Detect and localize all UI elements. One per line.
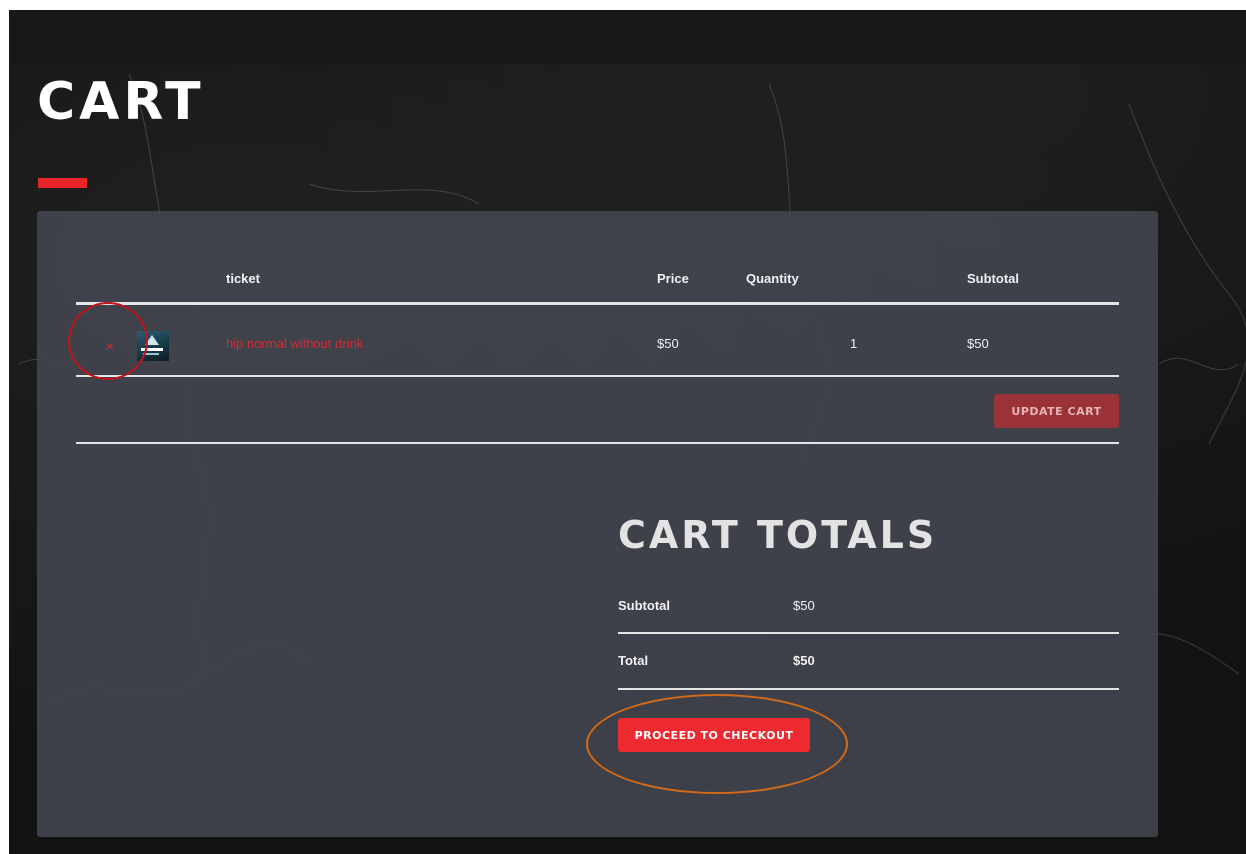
cart-totals-title: CART TOTALS — [618, 513, 938, 557]
remove-item-button[interactable]: × — [103, 338, 117, 354]
product-column-header: ticket — [226, 271, 260, 286]
totals-subtotal-label: Subtotal — [618, 598, 670, 613]
item-quantity[interactable]: 1 — [850, 336, 857, 351]
cart-panel: ticket Price Quantity Subtotal × hip nor… — [37, 211, 1158, 837]
subtotal-column-header: Subtotal — [967, 271, 1019, 286]
item-subtotal: $50 — [967, 336, 989, 351]
totals-total-label: Total — [618, 653, 649, 668]
totals-total-value: $50 — [793, 653, 815, 668]
totals-total-divider — [618, 688, 1119, 690]
item-price: $50 — [657, 336, 679, 351]
title-accent-bar — [38, 178, 87, 188]
top-header-bar — [9, 10, 1246, 64]
ticket-thumbnail-icon[interactable] — [137, 331, 169, 361]
page-viewport: CART ticket Price Quantity Subtotal × hi… — [9, 10, 1246, 854]
totals-subtotal-value: $50 — [793, 598, 815, 613]
table-row-divider — [76, 375, 1119, 377]
proceed-to-checkout-button[interactable]: PROCEED TO CHECKOUT — [618, 718, 810, 752]
page-title: CART — [37, 72, 205, 132]
quantity-column-header: Quantity — [746, 271, 799, 286]
table-header-divider — [76, 302, 1119, 305]
totals-subtotal-divider — [618, 632, 1119, 634]
price-column-header: Price — [657, 271, 689, 286]
table-actions-divider — [76, 442, 1119, 444]
update-cart-button[interactable]: UPDATE CART — [994, 394, 1119, 428]
product-name-link[interactable]: hip normal without drink — [226, 336, 363, 351]
